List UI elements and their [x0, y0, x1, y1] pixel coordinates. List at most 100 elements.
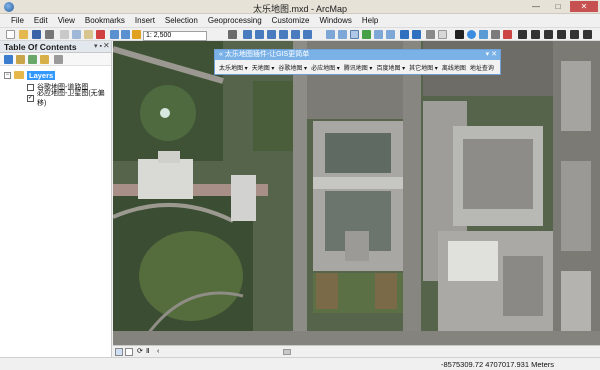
plugin-menu-google[interactable]: 谷歌地图 ▾: [276, 63, 309, 72]
list-by-visibility-icon[interactable]: [28, 55, 37, 64]
plugin-menu-taile[interactable]: 太乐地图 ▾: [217, 63, 250, 72]
zoom-out-icon[interactable]: [338, 30, 347, 39]
satellite-imagery: [113, 41, 600, 345]
data-view-icon[interactable]: [115, 348, 123, 356]
tool-a-icon[interactable]: [531, 30, 540, 39]
zoom-in-icon[interactable]: [326, 30, 335, 39]
open-folder-icon[interactable]: [19, 30, 28, 39]
pause-drawing-icon[interactable]: Ⅱ: [146, 348, 154, 356]
measure-icon[interactable]: [491, 30, 500, 39]
menu-edit[interactable]: Edit: [29, 16, 53, 25]
paste-icon[interactable]: [84, 30, 93, 39]
tool-d-icon[interactable]: [570, 30, 579, 39]
cut-icon[interactable]: [60, 30, 69, 39]
menu-file[interactable]: File: [6, 16, 29, 25]
scroll-left-icon[interactable]: ‹: [157, 348, 165, 356]
horizontal-scrollbar-thumb[interactable]: [283, 349, 291, 355]
plugin-menu-offline[interactable]: 离线地图: [440, 63, 468, 72]
layers-root-label[interactable]: Layers: [27, 70, 56, 80]
arctoolbox-icon[interactable]: [279, 30, 288, 39]
save-icon[interactable]: [32, 30, 41, 39]
menu-selection[interactable]: Selection: [160, 16, 203, 25]
layer-visibility-checkbox[interactable]: [27, 83, 34, 91]
forward-extent-icon[interactable]: [412, 30, 421, 39]
minimize-button[interactable]: —: [526, 1, 546, 12]
clear-selection-icon[interactable]: [438, 30, 447, 39]
status-bar: -8575309.72 4707017.931 Meters: [0, 357, 600, 370]
close-button[interactable]: ✕: [570, 1, 598, 12]
binoculars-icon[interactable]: [518, 30, 527, 39]
menu-windows[interactable]: Windows: [314, 16, 356, 25]
title-bar: 太乐地图.mxd - ArcMap — □ ✕: [0, 0, 600, 14]
toc-toolbar: [0, 53, 111, 66]
list-by-drawing-order-icon[interactable]: [4, 55, 13, 64]
maximize-button[interactable]: □: [548, 1, 568, 12]
layer-item-bing-satellite[interactable]: ✓ 必应地图-卫星图(无偏移): [27, 90, 111, 107]
list-by-selection-icon[interactable]: [40, 55, 49, 64]
menu-bar: File Edit View Bookmarks Insert Selectio…: [0, 14, 600, 28]
layers-root-row[interactable]: − Layers: [4, 70, 56, 80]
search-window-icon[interactable]: [267, 30, 276, 39]
layers-folder-icon: [14, 71, 24, 79]
taile-map-plugin-toolbar: « 太乐地图插件-让GIS更简单 ▾ ✕ 太乐地图 ▾ 天地图 ▾ 谷歌地图 ▾…: [214, 49, 501, 75]
find-icon[interactable]: [479, 30, 488, 39]
menu-bookmarks[interactable]: Bookmarks: [80, 16, 130, 25]
plugin-menu-tencent[interactable]: 腾讯地图 ▾: [342, 63, 375, 72]
refresh-icon[interactable]: ⟳: [137, 348, 145, 356]
tool-b-icon[interactable]: [544, 30, 553, 39]
plugin-menu-address-search[interactable]: 地址查询: [468, 63, 496, 72]
map-display[interactable]: [113, 41, 600, 345]
toc-options-button-icon[interactable]: [54, 55, 63, 64]
undo-icon[interactable]: [110, 30, 119, 39]
layer-label: 必应地图-卫星图(无偏移): [37, 90, 105, 107]
add-data-icon[interactable]: [132, 30, 141, 39]
cursor-coordinates: -8575309.72 4707017.931 Meters: [441, 360, 555, 369]
plugin-menu-bar: 太乐地图 ▾ 天地图 ▾ 谷歌地图 ▾ 必应地图 ▾ 腾讯地图 ▾ 百度地图 ▾…: [215, 60, 500, 74]
menu-customize[interactable]: Customize: [267, 16, 315, 25]
pan-icon[interactable]: [350, 30, 359, 39]
layer-visibility-checkbox[interactable]: ✓: [27, 94, 34, 102]
plugin-menu-baidu[interactable]: 百度地图 ▾: [374, 63, 407, 72]
select-features-icon[interactable]: [426, 30, 435, 39]
full-extent-icon[interactable]: [362, 30, 371, 39]
map-scale-input[interactable]: 1: 2,500: [143, 31, 207, 41]
toc-title: Table Of Contents: [4, 42, 77, 52]
menu-view[interactable]: View: [53, 16, 80, 25]
print-icon[interactable]: [45, 30, 54, 39]
plugin-menu-other[interactable]: 其它地图 ▾: [407, 63, 440, 72]
delete-icon[interactable]: [96, 30, 105, 39]
model-builder-icon[interactable]: [303, 30, 312, 39]
hyperlink-icon[interactable]: [503, 30, 512, 39]
window-icon[interactable]: [243, 30, 252, 39]
catalog-icon[interactable]: [255, 30, 264, 39]
redo-icon[interactable]: [121, 30, 130, 39]
plugin-menu-tianditu[interactable]: 天地图 ▾: [250, 63, 277, 72]
toc-close-icon[interactable]: ✕: [103, 41, 110, 50]
plugin-title: « 太乐地图插件-让GIS更简单: [219, 51, 310, 58]
standard-toolbar: [0, 28, 600, 41]
new-document-icon[interactable]: [6, 30, 15, 39]
toc-options-icon[interactable]: ▾ ▪: [94, 42, 102, 50]
fixed-zoom-in-icon[interactable]: [374, 30, 383, 39]
layout-view-icon[interactable]: [125, 348, 133, 356]
tool-e-icon[interactable]: [583, 30, 592, 39]
list-by-source-icon[interactable]: [16, 55, 25, 64]
tool-c-icon[interactable]: [557, 30, 566, 39]
map-view-bar: ⟳ Ⅱ ‹: [113, 345, 600, 357]
editor-icon[interactable]: [228, 30, 237, 39]
plugin-title-bar[interactable]: « 太乐地图插件-让GIS更简单 ▾ ✕: [215, 50, 500, 60]
collapse-icon[interactable]: −: [4, 71, 11, 79]
plugin-window-controls[interactable]: ▾ ✕: [486, 50, 497, 60]
plugin-menu-bing[interactable]: 必应地图 ▾: [309, 63, 342, 72]
python-icon[interactable]: [291, 30, 300, 39]
menu-geoprocessing[interactable]: Geoprocessing: [203, 16, 267, 25]
back-extent-icon[interactable]: [400, 30, 409, 39]
table-of-contents-panel: Table Of Contents ▾ ▪ ✕ − Layers 谷歌地图-道路…: [0, 41, 112, 357]
copy-icon[interactable]: [72, 30, 81, 39]
fixed-zoom-out-icon[interactable]: [386, 30, 395, 39]
menu-insert[interactable]: Insert: [130, 16, 160, 25]
menu-help[interactable]: Help: [357, 16, 383, 25]
toc-header: Table Of Contents ▾ ▪ ✕: [0, 41, 111, 53]
select-elements-icon[interactable]: [455, 30, 464, 39]
identify-icon[interactable]: [467, 30, 476, 39]
